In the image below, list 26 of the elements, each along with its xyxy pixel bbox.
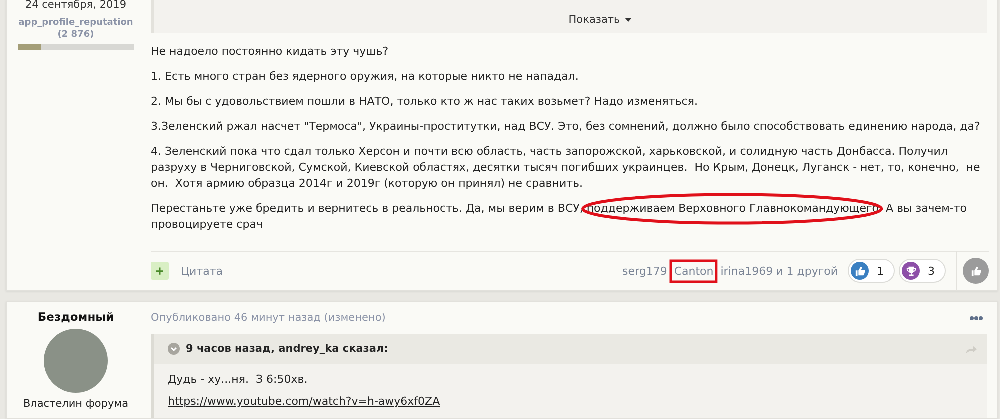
video-link[interactable]: https://www.youtube.com/watch?v=h-awy6xf0ZA: [168, 395, 440, 408]
post-paragraph: 1. Есть много стран без ядерного оружия, на которые никто не нападал.: [151, 69, 580, 85]
show-toggle[interactable]: Показать: [568, 14, 632, 26]
quote-button[interactable]: Цитата: [181, 264, 223, 278]
thumbs-up-icon: [970, 266, 982, 276]
post-paragraph: 2. Мы бы с удовольствием пошли в НАТО, только кто ж нас таких возьмет? Надо изменяться.: [151, 94, 699, 110]
reaction-pill[interactable]: 3: [899, 259, 946, 283]
user-rank: Властелин форума: [23, 398, 129, 411]
user-link[interactable]: irina1969: [720, 264, 774, 278]
post-paragraph: 3.Зеленский ржал насчет "Термоса", Украины-проститутки, над ВСУ. Это, без сомнений, должно было способствовать единению народа, да?: [151, 119, 981, 135]
join-date: 24 сентября, 2019: [25, 0, 127, 12]
user-link[interactable]: serg179: [622, 264, 668, 278]
post-paragraph: Не надоело постоянно кидать эту чушь?: [151, 44, 390, 60]
author-name[interactable]: Бездомный: [38, 310, 114, 324]
reputation-count: (2 876): [58, 30, 94, 40]
reaction-pill[interactable]: 1: [848, 259, 895, 283]
post-meta: Опубликовано 46 минут назад (изменено): [151, 312, 386, 324]
chevron-icon[interactable]: [168, 343, 180, 355]
reputation-label: app_profile_reputation: [18, 18, 134, 28]
others-count: и 1 другой: [776, 264, 838, 278]
post-paragraph: 4. Зеленский пока что сдал только Херсон и почти всю область, часть запорожской, харьковской, и солидную часть Донбасса. Получил разруху в Черниговской, Сумской, Киевской областях, десятки тысяч погибших украинцев. Но Крым, Донецк, Луганск - нет, то, конечно, не он. Хотя армию образца 2014г и 2019г (которую он принял) не сравнить.: [151, 144, 981, 192]
caret-icon: [625, 18, 632, 22]
more-icon[interactable]: [970, 316, 983, 320]
quote-text: Дудь - ху...ня. З 6:50хв.: [168, 373, 309, 387]
like-button[interactable]: [963, 258, 989, 284]
quote-title: 9 часов назад, andrey_ka сказал:: [186, 343, 390, 355]
